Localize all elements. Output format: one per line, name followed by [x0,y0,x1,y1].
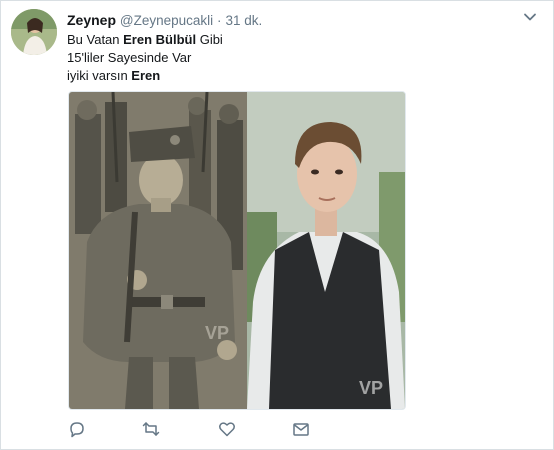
line-3-text: iyiki varsın [67,68,132,83]
media-collage: VP VP [69,92,405,409]
timestamp[interactable]: 31 dk. [225,13,262,28]
retweet-icon[interactable] [141,419,161,439]
avatar[interactable] [11,9,57,55]
tweet-line-3: iyiki varsın Eren [67,67,223,85]
historic-child-soldier-photo: VP [69,92,247,409]
line-2-text: 15'liler Sayesinde Var [67,50,192,65]
watermark-right: VP [359,378,383,398]
user-handle[interactable]: @Zeynepucakli [120,13,213,28]
tweet-line-2: 15'liler Sayesinde Var [67,49,223,67]
separator-dot: · [217,13,222,28]
tweet-media[interactable]: VP VP [68,91,406,410]
line-3-bold: Eren [131,68,161,83]
tweet-text: Bu Vatan Eren Bülbül Gibi 15'liler Sayes… [67,31,223,85]
chevron-down-icon[interactable] [523,10,537,24]
envelope-icon[interactable] [291,419,311,439]
line-1-tail: Gibi [196,32,223,47]
line-1-text: Bu Vatan [67,32,124,47]
tweet-header: Zeynep @Zeynepucakli · 31 dk. [67,11,262,30]
watermark-left: VP [205,323,229,343]
reply-icon[interactable] [67,419,87,439]
display-name[interactable]: Zeynep [67,12,116,28]
avatar-image [11,9,57,55]
tweet-line-1: Bu Vatan Eren Bülbül Gibi [67,31,223,49]
heart-icon[interactable] [217,419,237,439]
tweet-actions [67,419,327,441]
line-1-bold: Eren Bülbül [123,32,197,47]
boy-in-vest-photo: VP [247,92,405,409]
tweet-card: Zeynep @Zeynepucakli · 31 dk. Bu Vatan E… [0,0,554,450]
